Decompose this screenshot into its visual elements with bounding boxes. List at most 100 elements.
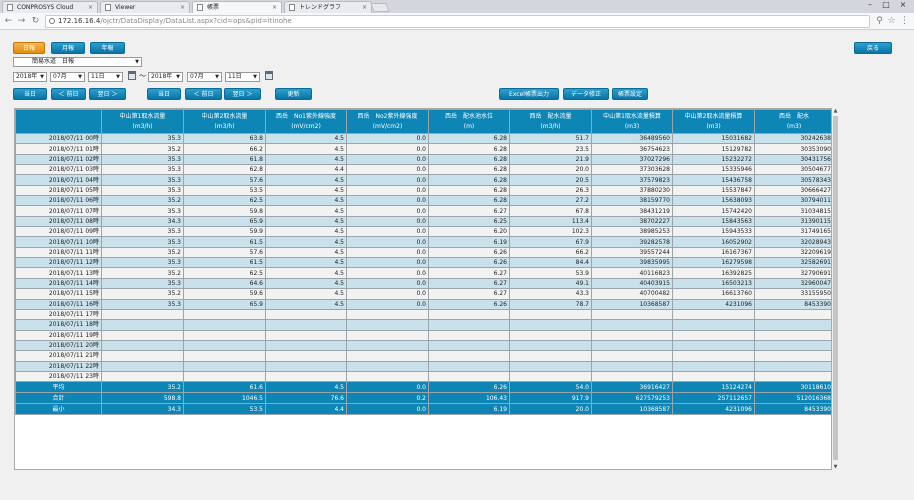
from-month-select[interactable]: 07月 ▼ bbox=[50, 72, 85, 82]
reload-icon[interactable]: ↻ bbox=[30, 16, 41, 27]
browser-tab-active[interactable]: 帳票 × bbox=[192, 1, 282, 13]
table-row: 2018/07/11 05時 35.3 53.5 4.5 0.0 6.28 26.3 3788… bbox=[15, 184, 831, 197]
scroll-thumb[interactable] bbox=[833, 116, 838, 460]
table-cell: 6.28 bbox=[428, 195, 510, 207]
table-cell bbox=[101, 308, 184, 321]
table-cell: 0.0 bbox=[346, 288, 429, 300]
scroll-down-icon[interactable]: ▼ bbox=[832, 464, 839, 470]
table-cell bbox=[265, 339, 347, 352]
from-next-day-button[interactable]: 翌日 ＞ bbox=[89, 88, 126, 100]
scroll-up-icon[interactable]: ▲ bbox=[832, 108, 839, 114]
table-row: 2018/07/11 21時 bbox=[15, 350, 831, 362]
table-row: 2018/07/11 23時 bbox=[15, 370, 831, 383]
table-cell: 34.3 bbox=[101, 403, 184, 416]
forward-arrow-icon[interactable]: → bbox=[16, 16, 27, 27]
info-icon[interactable] bbox=[49, 18, 55, 24]
to-day-select[interactable]: 11日 ▼ bbox=[225, 72, 260, 82]
table-cell: 4.4 bbox=[265, 403, 347, 416]
browser-tab[interactable]: CONPROSYS Cloud × bbox=[2, 1, 98, 13]
table-cell bbox=[346, 360, 429, 372]
from-prev-day-button[interactable]: ＜ 前日 bbox=[51, 88, 86, 100]
row-timestamp: 2018/07/11 14時 bbox=[15, 277, 102, 290]
table-cell: 4.5 bbox=[265, 226, 347, 238]
table-cell: 59.6 bbox=[183, 288, 266, 300]
row-timestamp: 2018/07/11 18時 bbox=[15, 319, 102, 331]
minimize-icon[interactable]: – bbox=[862, 0, 878, 10]
row-timestamp: 2018/07/11 12時 bbox=[15, 257, 102, 269]
maximize-icon[interactable]: □ bbox=[878, 0, 894, 10]
browser-toolbar: ← → ↻ 172.16.16.4/ojctr/DataDisplay/Data… bbox=[0, 13, 914, 30]
table-cell bbox=[265, 329, 347, 341]
from-day-select[interactable]: 11日 ▼ bbox=[88, 72, 123, 82]
table-cell: 35.2 bbox=[101, 267, 184, 279]
table-cell: 4231096 bbox=[672, 298, 755, 310]
table-cell bbox=[101, 350, 184, 362]
table-cell: 33155950 bbox=[754, 288, 831, 300]
to-year-select[interactable]: 2018年 ▼ bbox=[148, 72, 183, 82]
refresh-button[interactable]: 更新 bbox=[275, 88, 312, 100]
table-cell: 49.1 bbox=[509, 277, 592, 290]
table-cell: 36489560 bbox=[591, 132, 673, 145]
to-calendar-icon[interactable] bbox=[265, 71, 273, 80]
table-cell: 61.5 bbox=[183, 236, 266, 248]
table-cell: 16613760 bbox=[672, 288, 755, 300]
table-cell: 62.5 bbox=[183, 195, 266, 207]
close-icon[interactable]: × bbox=[180, 2, 185, 13]
table-scrollbar[interactable]: ▲ ▼ bbox=[832, 108, 839, 470]
report-settings-button[interactable]: 帳票設定 bbox=[612, 88, 648, 100]
table-cell: 57.6 bbox=[183, 174, 266, 186]
table-cell: 6.27 bbox=[428, 267, 510, 279]
new-tab-button[interactable] bbox=[370, 3, 390, 12]
data-edit-button[interactable]: データ修正 bbox=[563, 88, 609, 100]
row-timestamp: 2018/07/11 22時 bbox=[15, 360, 102, 372]
table-cell: 30578343 bbox=[754, 174, 831, 186]
table-cell: 113.4 bbox=[509, 215, 592, 228]
address-bar[interactable]: 172.16.16.4/ojctr/DataDisplay/DataList.a… bbox=[45, 15, 870, 28]
to-month-select[interactable]: 07月 ▼ bbox=[187, 72, 222, 82]
page-icon bbox=[197, 4, 203, 11]
from-calendar-icon[interactable] bbox=[128, 71, 136, 80]
to-prev-day-button[interactable]: ＜ 前日 bbox=[185, 88, 222, 100]
table-cell: 4.5 bbox=[265, 381, 347, 394]
from-today-button[interactable]: 当日 bbox=[13, 88, 47, 100]
table-cell: 53.5 bbox=[183, 184, 266, 197]
table-cell: 16392825 bbox=[672, 267, 755, 279]
table-cell: 35.2 bbox=[101, 381, 184, 394]
table-cell bbox=[346, 339, 429, 352]
back-arrow-icon[interactable]: ← bbox=[3, 16, 14, 27]
to-today-button[interactable]: 当日 bbox=[147, 88, 181, 100]
table-cell: 6.19 bbox=[428, 403, 510, 416]
close-icon[interactable]: × bbox=[362, 2, 367, 13]
to-next-day-button[interactable]: 翌日 ＞ bbox=[224, 88, 261, 100]
daily-report-button[interactable]: 日報 bbox=[13, 42, 45, 54]
menu-icon[interactable]: ⋮ bbox=[899, 16, 910, 27]
table-cell: 35.3 bbox=[101, 226, 184, 238]
zoom-icon[interactable]: ⚲ bbox=[874, 16, 885, 27]
table-cell bbox=[672, 319, 755, 331]
table-cell: 54.0 bbox=[509, 381, 592, 394]
chevron-down-icon: ▼ bbox=[116, 74, 120, 80]
facility-select[interactable]: 簡易水道 日報 ▼ bbox=[13, 57, 142, 67]
yearly-report-button[interactable]: 年報 bbox=[90, 42, 125, 54]
table-cell bbox=[346, 370, 429, 383]
bookmark-star-icon[interactable]: ☆ bbox=[886, 16, 897, 27]
table-row: 2018/07/11 01時 35.2 66.2 4.5 0.0 6.28 23.5 3675… bbox=[15, 143, 831, 155]
table-cell: 30504677 bbox=[754, 164, 831, 176]
monthly-report-button[interactable]: 月報 bbox=[51, 42, 85, 54]
table-cell: 0.0 bbox=[346, 195, 429, 207]
close-icon[interactable]: × bbox=[88, 2, 93, 13]
back-button[interactable]: 戻る bbox=[854, 42, 892, 54]
table-cell: 4.5 bbox=[265, 267, 347, 279]
table-row: 2018/07/11 07時 35.3 59.8 4.5 0.0 6.27 67.8 3843… bbox=[15, 205, 831, 217]
table-cell: 34.3 bbox=[101, 215, 184, 228]
browser-tab[interactable]: トレンドグラフ × bbox=[284, 1, 372, 13]
excel-export-button[interactable]: Excel帳票出力 bbox=[499, 88, 559, 100]
browser-tab[interactable]: Viewer × bbox=[100, 1, 190, 13]
table-cell bbox=[591, 339, 673, 352]
report-table-container[interactable]: 中山第1取水流量 (m3/h) 中山第2取水流量 (m3/h) 西岳 No1紫外線強… bbox=[14, 108, 832, 470]
column-header: 中山第1取水流量積算 (m3) bbox=[591, 109, 673, 134]
table-cell: 4.5 bbox=[265, 195, 347, 207]
close-icon[interactable]: × bbox=[272, 2, 277, 13]
from-year-select[interactable]: 2018年 ▼ bbox=[13, 72, 47, 82]
window-close-icon[interactable]: × bbox=[895, 0, 911, 10]
